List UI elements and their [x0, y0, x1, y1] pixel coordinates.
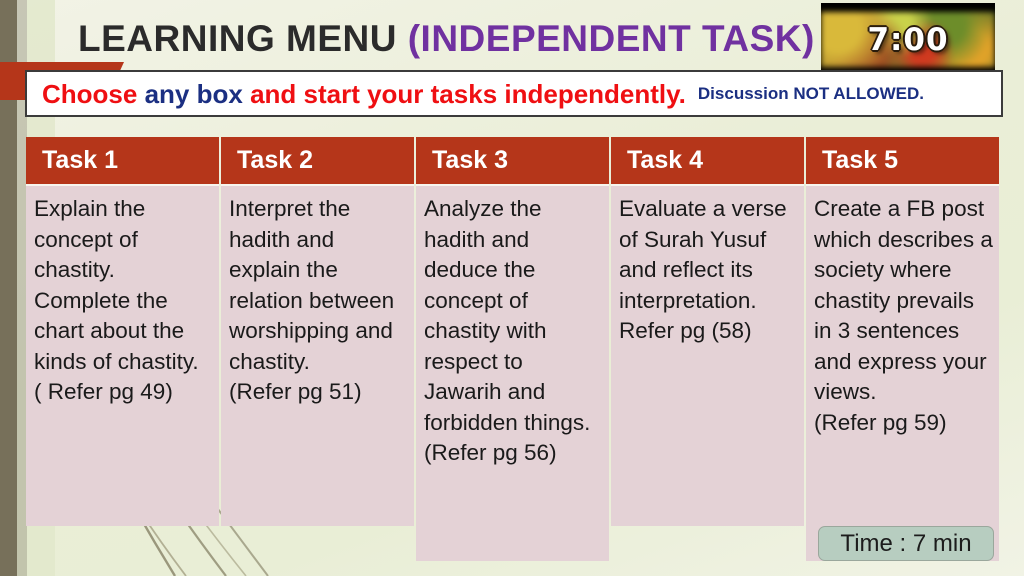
instruction-text-part1: Choose — [42, 78, 145, 109]
instruction-text-part3: and start your tasks independently. — [250, 78, 686, 109]
page-title-main: LEARNING MENU — [78, 18, 408, 59]
task-body-4: Evaluate a verse of Surah Yusuf and refl… — [611, 184, 804, 526]
timer-image: 7:00 — [821, 3, 995, 76]
page-title-accent: (INDEPENDENT TASK) — [407, 18, 815, 59]
task-column-5[interactable]: Task 5 Create a FB post which describes … — [806, 137, 999, 561]
task-header-3: Task 3 — [416, 137, 609, 184]
slide-canvas: LEARNING MENU (INDEPENDENT TASK) 7:00 Ch… — [0, 0, 1024, 576]
task-column-4[interactable]: Task 4 Evaluate a verse of Surah Yusuf a… — [611, 137, 804, 561]
timer-value: 7:00 — [867, 21, 949, 58]
instruction-banner: Choose any box and start your tasks inde… — [25, 70, 1003, 117]
task-column-3[interactable]: Task 3 Analyze the hadith and deduce the… — [416, 137, 609, 561]
task-body-5: Create a FB post which describes a socie… — [806, 184, 999, 561]
task-body-3: Analyze the hadith and deduce the concep… — [416, 184, 609, 561]
task-header-5: Task 5 — [806, 137, 999, 184]
time-badge: Time : 7 min — [818, 526, 994, 561]
instruction-text-part2: any box — [144, 78, 251, 109]
task-header-2: Task 2 — [221, 137, 414, 184]
task-header-1: Task 1 — [26, 137, 219, 184]
task-column-1[interactable]: Task 1 Explain the concept of chastity. … — [26, 137, 219, 561]
task-table: Task 1 Explain the concept of chastity. … — [26, 137, 999, 561]
task-body-2: Interpret the hadith and explain the rel… — [221, 184, 414, 526]
task-column-2[interactable]: Task 2 Interpret the hadith and explain … — [221, 137, 414, 561]
page-title: LEARNING MENU (INDEPENDENT TASK) — [78, 18, 815, 60]
instruction-note: Discussion NOT ALLOWED. — [697, 84, 924, 103]
time-badge-label: Time : 7 min — [840, 529, 972, 557]
task-body-1: Explain the concept of chastity. Complet… — [26, 184, 219, 526]
instruction-text: Choose any box and start your tasks inde… — [42, 81, 686, 107]
task-header-4: Task 4 — [611, 137, 804, 184]
